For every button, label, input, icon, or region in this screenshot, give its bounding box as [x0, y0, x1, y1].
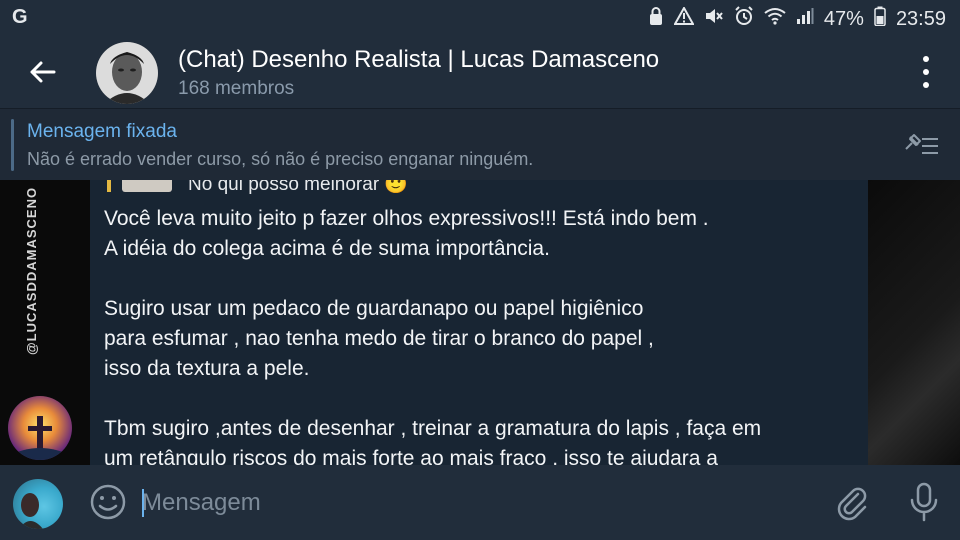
- watermark-text: @LUCASDDAMASCENO: [24, 186, 39, 355]
- clock-time: 23:59: [895, 7, 946, 30]
- warning-icon: [673, 5, 695, 31]
- status-bar: G 47% 23:59: [0, 0, 960, 36]
- emoji-button[interactable]: [88, 482, 128, 522]
- chat-wallpaper-right: [868, 180, 960, 465]
- paperclip-icon: [837, 487, 867, 521]
- carrier-icon: G: [12, 6, 28, 28]
- reply-indicator: [107, 180, 111, 192]
- pinned-message-bar[interactable]: Mensagem fixada Não é errado vender curs…: [0, 108, 960, 181]
- message-text: Você leva muito jeito p fazer olhos expr…: [104, 207, 762, 465]
- pin-list-icon[interactable]: [902, 131, 942, 159]
- voice-message-button[interactable]: [904, 480, 944, 524]
- smile-icon: [90, 484, 126, 520]
- chat-header: (Chat) Desenho Realista | Lucas Damascen…: [0, 36, 960, 108]
- more-vert-icon-dot: [923, 82, 929, 88]
- pinned-title: Mensagem fixada: [27, 121, 177, 142]
- message-input-bar: [0, 465, 960, 540]
- send-as-avatar[interactable]: [13, 479, 63, 529]
- member-count: 168 membros: [178, 78, 295, 99]
- battery-icon: [874, 6, 886, 32]
- more-vert-icon-dot: [923, 69, 929, 75]
- text-caret: [142, 489, 144, 517]
- alarm-icon: [734, 6, 754, 32]
- signal-icon: [796, 7, 814, 31]
- wifi-icon: [764, 7, 786, 31]
- reply-thumbnail: [122, 180, 172, 192]
- battery-percent: 47%: [823, 7, 864, 30]
- chat-title[interactable]: (Chat) Desenho Realista | Lucas Damascen…: [178, 46, 659, 74]
- reply-preview[interactable]: No qui posso melhorar 🙂: [188, 180, 408, 196]
- sender-avatar[interactable]: [8, 396, 72, 460]
- lock-icon: [648, 6, 664, 32]
- chat-area[interactable]: @LUCASDDAMASCENO No qui posso melhorar 🙂…: [0, 180, 960, 465]
- arrow-left-icon: [30, 61, 56, 83]
- mute-icon: [704, 7, 724, 31]
- more-options-button[interactable]: [914, 56, 938, 88]
- message-input[interactable]: [142, 485, 782, 521]
- group-avatar[interactable]: [96, 42, 158, 104]
- pinned-text: Não é errado vender curso, só não é prec…: [27, 149, 534, 169]
- back-button[interactable]: [22, 54, 62, 90]
- microphone-icon: [910, 482, 938, 522]
- attach-button[interactable]: [832, 482, 872, 522]
- more-vert-icon: [923, 56, 929, 62]
- status-icons: 47% 23:59: [648, 5, 946, 32]
- message-bubble[interactable]: No qui posso melhorar 🙂 Você leva muito …: [90, 180, 868, 465]
- pinned-indicator: [11, 119, 14, 171]
